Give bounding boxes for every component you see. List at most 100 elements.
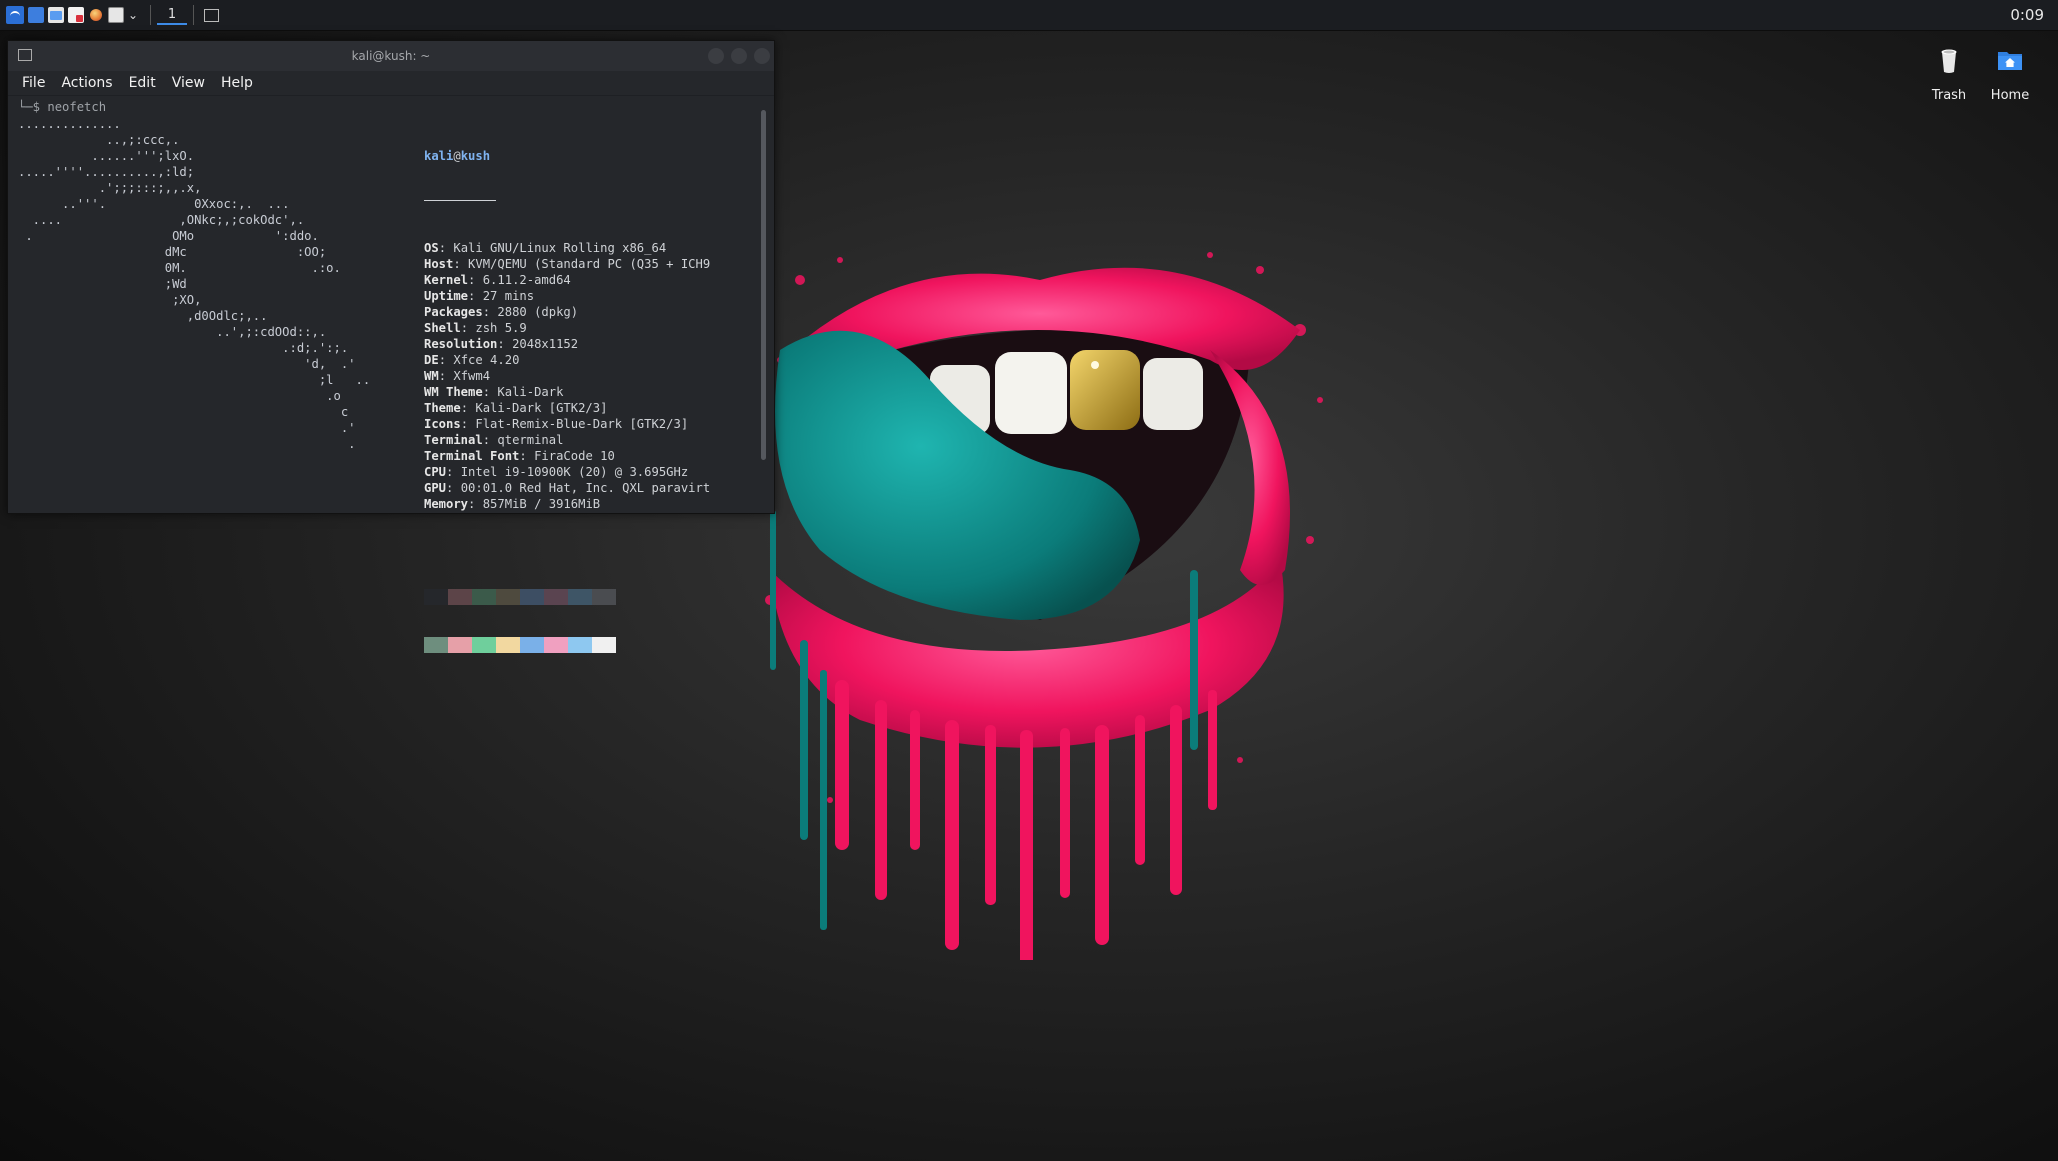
terminal-window[interactable]: kali@kush: ~ File Actions Edit View Help… — [7, 40, 775, 653]
info-colon: : — [519, 449, 535, 463]
panel-separator — [193, 5, 195, 25]
info-colon: : — [482, 385, 498, 399]
desktop-icon-trash[interactable]: Trash — [1914, 42, 1984, 103]
palette-swatch — [592, 589, 616, 605]
info-key: OS — [424, 241, 439, 255]
info-colon: : — [468, 289, 483, 303]
info-colon: : — [468, 273, 483, 287]
info-value: 27 mins — [482, 289, 535, 303]
info-row: DE: Xfce 4.20 — [424, 352, 710, 368]
menu-help[interactable]: Help — [221, 75, 253, 91]
desktop-icon-home[interactable]: Home — [1975, 42, 2045, 103]
window-title: kali@kush: ~ — [351, 49, 431, 63]
terminal-output[interactable]: └─$ neofetch .............. ..,;:ccc,. .… — [8, 96, 774, 653]
info-colon: : — [460, 321, 476, 335]
info-colon: : — [438, 353, 454, 367]
maximize-button[interactable] — [731, 48, 747, 64]
palette-swatch — [520, 589, 544, 605]
home-folder-icon — [1998, 52, 2022, 70]
workspace-switcher-1[interactable]: 1 — [157, 5, 188, 25]
palette-row-bottom — [424, 637, 616, 653]
info-key: Icons — [424, 417, 461, 431]
info-row: Resolution: 2048x1152 — [424, 336, 710, 352]
menu-file[interactable]: File — [22, 75, 45, 91]
menu-edit[interactable]: Edit — [129, 75, 156, 91]
hostname: kush — [460, 149, 491, 163]
info-key: Kernel — [424, 273, 469, 287]
info-colon: : — [468, 497, 483, 511]
palette-swatch — [448, 637, 472, 653]
palette-swatch — [472, 589, 496, 605]
close-button[interactable] — [754, 48, 770, 64]
info-colon: : — [460, 401, 476, 415]
info-colon: : — [446, 481, 461, 495]
desktop-icon-label: Home — [1990, 88, 2030, 103]
palette-swatch — [568, 637, 592, 653]
firefox-icon[interactable] — [88, 7, 104, 23]
info-colon: : — [438, 241, 454, 255]
info-colon: : — [482, 433, 498, 447]
username: kali — [424, 149, 454, 163]
info-row: Shell: zsh 5.9 — [424, 320, 710, 336]
scrollbar[interactable] — [761, 110, 766, 460]
info-key: Theme — [424, 401, 461, 415]
trash-icon — [1941, 49, 1957, 73]
info-row: Theme: Kali-Dark [GTK2/3] — [424, 400, 710, 416]
info-value: Intel i9-10900K (20) @ 3.695GHz — [460, 465, 689, 479]
palette-swatch — [424, 589, 448, 605]
info-colon: : — [446, 465, 461, 479]
terminal-icon[interactable] — [28, 7, 44, 23]
info-value: FiraCode 10 — [534, 449, 615, 463]
info-value: qterminal — [497, 433, 564, 447]
palette-swatch — [544, 589, 568, 605]
info-colon: : — [482, 305, 498, 319]
info-value: 6.11.2-amd64 — [482, 273, 571, 287]
info-colon: : — [453, 257, 469, 271]
info-value: Kali-Dark [GTK2/3] — [475, 401, 608, 415]
minimize-button[interactable] — [708, 48, 724, 64]
info-key: Packages — [424, 305, 483, 319]
chevron-down-icon[interactable]: ⌄ — [128, 8, 138, 22]
info-rows: OS: Kali GNU/Linux Rolling x86_64 Host: K… — [424, 240, 710, 512]
info-row: CPU: Intel i9-10900K (20) @ 3.695GHz — [424, 464, 710, 480]
top-panel: ⌄ 1 0:09 — [0, 0, 2058, 31]
window-list-icon[interactable] — [108, 7, 124, 23]
at-sign: @ — [453, 149, 461, 163]
palette-swatch — [448, 589, 472, 605]
kali-menu-icon[interactable] — [6, 6, 24, 24]
info-row: WM Theme: Kali-Dark — [424, 384, 710, 400]
clock[interactable]: 0:09 — [2010, 0, 2044, 30]
info-value: Xfwm4 — [453, 369, 491, 383]
desktop: ⌄ 1 0:09 Trash Home kali@kush: ~ File Ac… — [0, 0, 2058, 1161]
info-key: Uptime — [424, 289, 469, 303]
wallpaper-lips-art — [761, 252, 1323, 960]
info-row: GPU: 00:01.0 Red Hat, Inc. QXL paravirt — [424, 480, 710, 496]
info-key: GPU — [424, 481, 447, 495]
taskbar-terminal-window[interactable] — [204, 8, 220, 22]
info-row: Host: KVM/QEMU (Standard PC (Q35 + ICH9 — [424, 256, 710, 272]
info-row: Uptime: 27 mins — [424, 288, 710, 304]
info-row: WM: Xfwm4 — [424, 368, 710, 384]
info-value: 857MiB / 3916MiB — [482, 497, 601, 511]
info-value: 00:01.0 Red Hat, Inc. QXL paravirt — [460, 481, 711, 495]
info-key: WM — [424, 369, 439, 383]
menu-view[interactable]: View — [172, 75, 205, 91]
prompt-prefix: └─$ — [18, 100, 48, 114]
info-colon: : — [497, 337, 513, 351]
info-row: Memory: 857MiB / 3916MiB — [424, 496, 710, 512]
info-row: Kernel: 6.11.2-amd64 — [424, 272, 710, 288]
panel-launchers: ⌄ — [6, 5, 144, 25]
info-key: Host — [424, 257, 454, 271]
file-manager-icon[interactable] — [48, 7, 64, 23]
text-editor-icon[interactable] — [68, 7, 84, 23]
palette-swatch — [544, 637, 568, 653]
info-value: Xfce 4.20 — [453, 353, 520, 367]
info-colon: : — [460, 417, 476, 431]
info-value: zsh 5.9 — [475, 321, 527, 335]
info-key: Terminal Font — [424, 449, 520, 463]
info-row: Terminal: qterminal — [424, 432, 710, 448]
palette-swatch — [568, 589, 592, 605]
info-key: Resolution — [424, 337, 498, 351]
terminal-titlebar[interactable]: kali@kush: ~ — [8, 41, 774, 71]
menu-actions[interactable]: Actions — [61, 75, 112, 91]
